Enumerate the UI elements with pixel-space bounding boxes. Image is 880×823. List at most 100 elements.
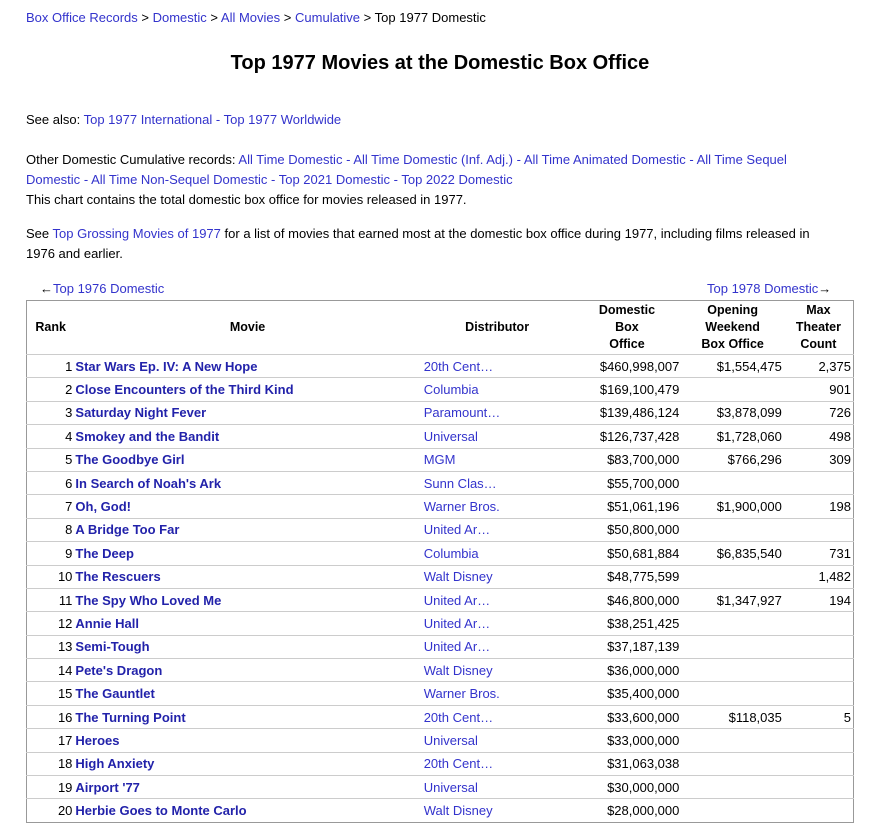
rank-cell: 16 — [57, 709, 73, 725]
link-top-grossing-movies-1977[interactable]: Top Grossing Movies of 1977 — [53, 226, 221, 241]
header-movie[interactable]: Movie — [73, 301, 421, 355]
max-theaters-cell — [784, 682, 854, 705]
see-also-dash: - — [215, 112, 221, 127]
opening-weekend-cell — [681, 471, 783, 494]
opening-weekend-cell — [681, 752, 783, 775]
link-top-1977-international[interactable]: Top 1977 International — [84, 112, 213, 127]
movie-cell: Pete's Dragon — [73, 659, 421, 682]
table-row: 17 Heroes Universal $33,000,000 — [26, 728, 854, 752]
header-max-theater-count[interactable]: Max Theater Count — [784, 301, 854, 355]
movie-cell: The Gauntlet — [73, 682, 421, 705]
rank-cell: 6 — [65, 475, 73, 491]
header-line: Box — [615, 320, 639, 334]
max-theaters-cell — [784, 799, 854, 822]
opening-weekend-cell: $1,554,475 — [716, 358, 782, 374]
movie-title-link[interactable]: The Rescuers — [75, 569, 160, 584]
link-top-1977-worldwide[interactable]: Top 1977 Worldwide — [224, 112, 342, 127]
link-all-time-domestic-inf-adj[interactable]: All Time Domestic (Inf. Adj.) — [353, 152, 513, 167]
rank-cell: 9 — [65, 545, 73, 561]
movie-title-link[interactable]: Heroes — [75, 733, 119, 748]
distributor-link[interactable]: Warner Bros. — [424, 499, 500, 514]
header-domestic-box-office[interactable]: Domestic Box Office — [573, 301, 682, 355]
distributor-cell: 20th Cent… — [422, 752, 573, 775]
opening-weekend-cell — [681, 729, 783, 752]
distributor-link[interactable]: Walt Disney — [424, 663, 493, 678]
breadcrumb-all-movies[interactable]: All Movies — [221, 10, 280, 25]
domestic-gross-cell: $48,775,599 — [607, 569, 680, 585]
link-top-1976-domestic[interactable]: Top 1976 Domestic — [53, 281, 164, 296]
link-all-time-domestic[interactable]: All Time Domestic — [238, 152, 342, 167]
distributor-link[interactable]: Paramount… — [424, 405, 501, 420]
movie-title-link[interactable]: Smokey and the Bandit — [75, 429, 219, 444]
movie-title-link[interactable]: The Goodbye Girl — [75, 452, 184, 467]
movie-title-link[interactable]: Saturday Night Fever — [75, 405, 206, 420]
movie-title-link[interactable]: The Gauntlet — [75, 686, 154, 701]
distributor-link[interactable]: Universal — [424, 429, 478, 444]
movie-title-link[interactable]: Star Wars Ep. IV: A New Hope — [75, 359, 257, 374]
max-theaters-cell: 726 — [829, 405, 851, 421]
movie-title-link[interactable]: Annie Hall — [75, 616, 139, 631]
link-all-time-non-sequel-domestic[interactable]: All Time Non-Sequel Domestic — [91, 172, 267, 187]
dash-separator: - — [516, 152, 521, 167]
movie-cell: In Search of Noah's Ark — [73, 471, 421, 494]
movie-title-link[interactable]: The Deep — [75, 546, 134, 561]
domestic-gross-cell: $83,700,000 — [607, 452, 680, 468]
movie-title-link[interactable]: In Search of Noah's Ark — [75, 476, 221, 491]
max-theaters-cell — [784, 776, 854, 799]
distributor-cell: Columbia — [422, 378, 573, 401]
opening-weekend-cell — [681, 378, 783, 401]
movie-title-link[interactable]: Close Encounters of the Third Kind — [75, 382, 293, 397]
next-year-nav[interactable]: Top 1978 Domestic→ — [707, 281, 831, 296]
header-distributor[interactable]: Distributor — [422, 301, 573, 355]
distributor-cell: United Ar… — [422, 518, 573, 541]
movie-cell: Herbie Goes to Monte Carlo — [73, 799, 421, 822]
movie-title-link[interactable]: Herbie Goes to Monte Carlo — [75, 803, 246, 818]
opening-weekend-cell — [681, 518, 783, 541]
distributor-link[interactable]: Warner Bros. — [424, 686, 500, 701]
distributor-link[interactable]: United Ar… — [424, 616, 490, 631]
domestic-gross-cell: $169,100,479 — [599, 382, 680, 398]
right-arrow-icon: → — [818, 281, 832, 296]
header-rank[interactable]: Rank — [27, 301, 74, 355]
link-top-2022-domestic[interactable]: Top 2022 Domestic — [401, 172, 512, 187]
opening-weekend-cell: $766,296 — [727, 452, 782, 468]
distributor-link[interactable]: United Ar… — [424, 639, 490, 654]
distributor-link[interactable]: 20th Cent… — [424, 756, 493, 771]
distributor-cell: Columbia — [422, 542, 573, 565]
breadcrumb-separator: > — [210, 10, 219, 25]
movie-title-link[interactable]: A Bridge Too Far — [75, 522, 179, 537]
dash-separator: - — [83, 172, 89, 187]
distributor-link[interactable]: 20th Cent… — [424, 359, 493, 374]
link-top-2021-domestic[interactable]: Top 2021 Domestic — [279, 172, 390, 187]
distributor-link[interactable]: Sunn Clas… — [424, 476, 497, 491]
link-top-1978-domestic[interactable]: Top 1978 Domestic — [707, 281, 818, 296]
prev-year-nav[interactable]: ←Top 1976 Domestic — [40, 281, 164, 296]
distributor-link[interactable]: United Ar… — [424, 593, 490, 608]
movie-title-link[interactable]: Oh, God! — [75, 499, 131, 514]
distributor-link[interactable]: Walt Disney — [424, 803, 493, 818]
movie-title-link[interactable]: Semi-Tough — [75, 639, 149, 654]
distributor-link[interactable]: 20th Cent… — [424, 710, 493, 725]
header-opening-weekend[interactable]: Opening Weekend Box Office — [681, 301, 783, 355]
distributor-link[interactable]: United Ar… — [424, 522, 490, 537]
distributor-link[interactable]: Walt Disney — [424, 569, 493, 584]
distributor-link[interactable]: MGM — [424, 452, 456, 467]
movie-title-link[interactable]: Pete's Dragon — [75, 663, 162, 678]
distributor-link[interactable]: Universal — [424, 780, 478, 795]
domestic-gross-cell: $30,000,000 — [607, 779, 680, 795]
breadcrumb-domestic[interactable]: Domestic — [153, 10, 207, 25]
distributor-link[interactable]: Columbia — [424, 382, 479, 397]
domestic-gross-cell: $460,998,007 — [599, 358, 680, 374]
distributor-link[interactable]: Universal — [424, 733, 478, 748]
header-line: Box Office — [701, 337, 764, 351]
link-all-time-animated-domestic[interactable]: All Time Animated Domestic — [524, 152, 686, 167]
movie-title-link[interactable]: The Spy Who Loved Me — [75, 593, 221, 608]
movie-title-link[interactable]: Airport '77 — [75, 780, 140, 795]
distributor-link[interactable]: Columbia — [424, 546, 479, 561]
table-row: 14 Pete's Dragon Walt Disney $36,000,000 — [26, 658, 854, 682]
movie-title-link[interactable]: The Turning Point — [75, 710, 185, 725]
movie-title-link[interactable]: High Anxiety — [75, 756, 154, 771]
breadcrumb-cumulative[interactable]: Cumulative — [295, 10, 360, 25]
distributor-cell: 20th Cent… — [422, 705, 573, 728]
breadcrumb-box-office-records[interactable]: Box Office Records — [26, 10, 138, 25]
